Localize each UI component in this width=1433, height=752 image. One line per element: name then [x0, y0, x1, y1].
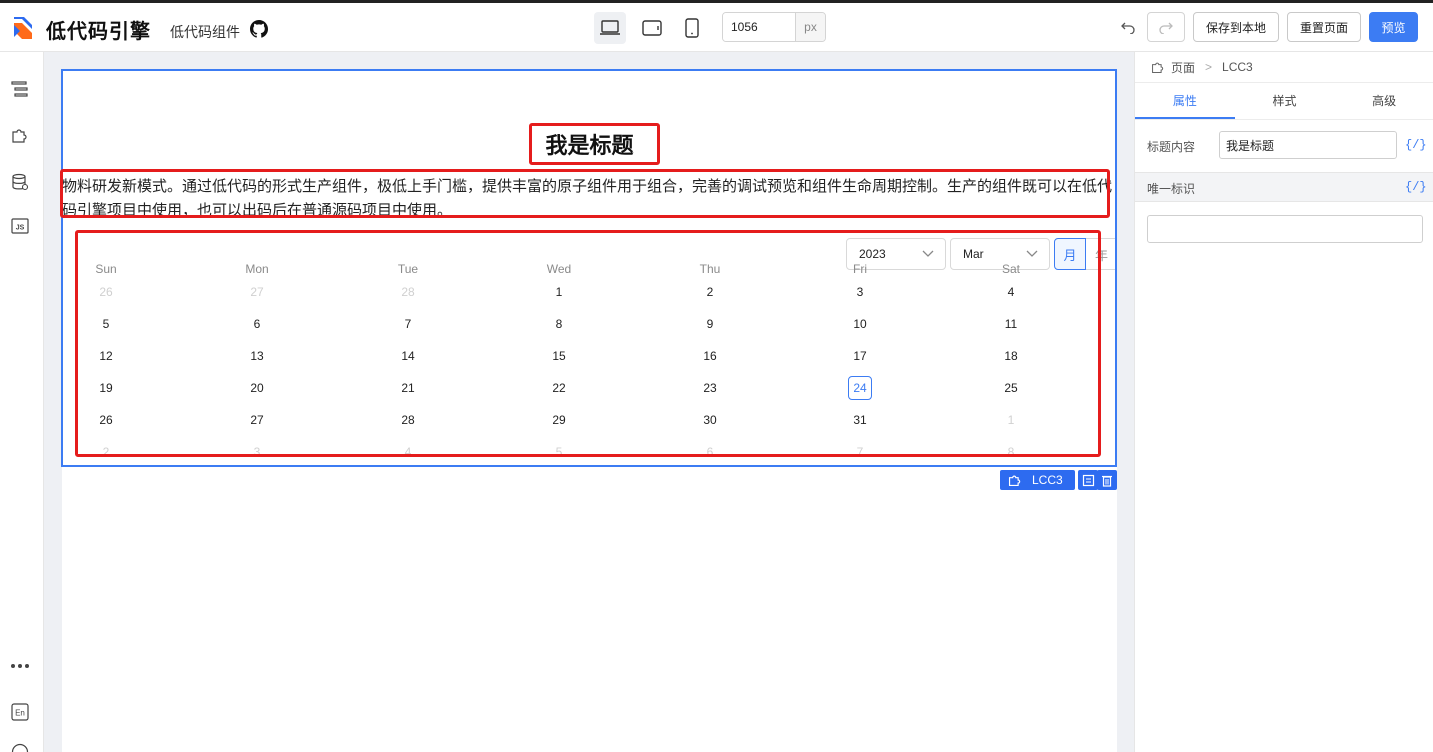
width-unit-label: px [795, 13, 825, 41]
breadcrumb-current: LCC3 [1222, 60, 1253, 74]
delete-component-button[interactable] [1097, 470, 1117, 490]
top-toolbar: 低代码引擎 低代码组件 px 保存到本地 重置页面 预览 [0, 3, 1433, 52]
puzzle-icon [12, 129, 27, 143]
js-icon: JS [11, 218, 29, 234]
tablet-icon [642, 20, 662, 36]
help-button[interactable] [10, 742, 30, 752]
more-icon [11, 664, 29, 668]
copy-component-button[interactable] [1078, 470, 1098, 490]
selected-component-tag[interactable]: LCC3 [1000, 470, 1075, 490]
svg-text:En: En [15, 709, 25, 718]
settings-panel: 页面 > LCC3 属性 样式 高级 标题内容 {/} 唯一标识 {/} [1134, 52, 1433, 752]
mobile-icon [685, 18, 699, 38]
reset-page-button[interactable]: 重置页面 [1287, 12, 1361, 42]
mobile-view-button[interactable] [676, 12, 708, 44]
language-switch-button[interactable]: En [10, 702, 30, 722]
outline-tree-button[interactable] [10, 79, 30, 99]
logo-icon [14, 17, 32, 39]
project-subtitle: 低代码组件 [170, 25, 240, 41]
puzzle-icon [1152, 62, 1164, 73]
copy-icon [1082, 474, 1094, 486]
design-canvas: 我是标题 物料研发新模式。通过低代码的形式生产组件，极低上手门槛，提供丰富的原子… [44, 52, 1134, 752]
app-title: 低代码引擎 [46, 19, 151, 43]
puzzle-icon [1008, 475, 1021, 487]
breadcrumb-root[interactable]: 页面 [1171, 59, 1195, 76]
redo-button[interactable] [1147, 12, 1185, 42]
desktop-view-button[interactable] [594, 12, 626, 44]
breadcrumb: 页面 > LCC3 [1135, 52, 1433, 83]
outline-tree-icon [11, 81, 28, 97]
unique-id-variable-button[interactable]: {/} [1405, 180, 1427, 194]
language-en-icon: En [11, 703, 29, 721]
preview-button[interactable]: 预览 [1369, 12, 1418, 42]
tablet-view-button[interactable] [636, 12, 668, 44]
title-content-label: 标题内容 [1147, 140, 1196, 154]
github-icon[interactable] [250, 20, 268, 38]
trash-icon [1102, 475, 1112, 487]
tab-advanced[interactable]: 高级 [1334, 84, 1433, 119]
more-button[interactable] [10, 656, 30, 676]
help-icon [11, 743, 29, 752]
undo-icon [1121, 22, 1135, 34]
selection-outline [61, 69, 1117, 467]
breadcrumb-separator-icon: > [1205, 60, 1213, 74]
save-local-button[interactable]: 保存到本地 [1193, 12, 1279, 42]
unique-id-input[interactable] [1147, 215, 1423, 243]
variable-binding-button[interactable]: {/} [1405, 138, 1427, 152]
component-tag-label: LCC3 [1032, 473, 1063, 487]
canvas-width-input[interactable] [723, 13, 795, 41]
undo-button[interactable] [1118, 12, 1138, 42]
code-editor-button[interactable]: JS [10, 216, 30, 236]
left-sidebar: JS En [0, 52, 44, 752]
redo-icon [1159, 22, 1173, 34]
components-button[interactable] [10, 125, 30, 145]
svg-text:JS: JS [16, 225, 25, 232]
tab-style[interactable]: 样式 [1235, 84, 1335, 119]
datasource-button[interactable] [10, 172, 30, 192]
settings-tabs: 属性 样式 高级 [1135, 84, 1433, 120]
desktop-icon [600, 20, 620, 35]
canvas-width-control: px [722, 12, 826, 42]
database-icon [12, 173, 29, 191]
tab-props[interactable]: 属性 [1135, 84, 1235, 119]
unique-id-label: 唯一标识 [1147, 182, 1196, 196]
title-content-input[interactable] [1219, 131, 1397, 159]
